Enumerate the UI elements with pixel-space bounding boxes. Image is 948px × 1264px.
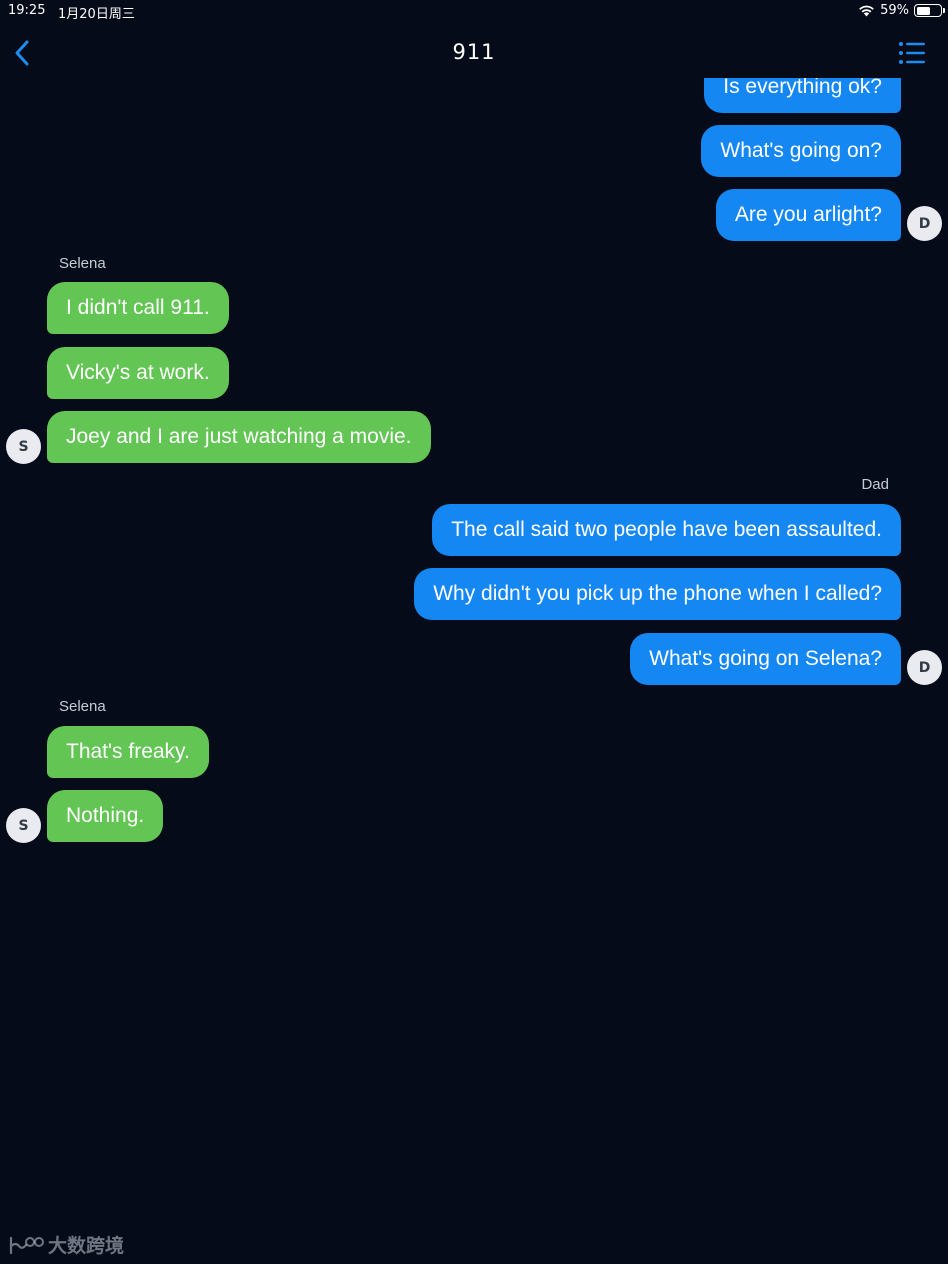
nav-bar: 911 (0, 30, 948, 74)
message-bubble-received[interactable]: That's freaky. (47, 726, 209, 778)
message-bubble-sent[interactable]: The call said two people have been assau… (432, 504, 901, 556)
watermark-text: 大数跨境 (48, 1235, 125, 1257)
message-bubble-received[interactable]: Joey and I are just watching a movie. (47, 411, 431, 463)
message-bubble-received[interactable]: Vicky's at work. (47, 347, 229, 399)
message-bubble-sent[interactable]: What's going on Selena? (630, 633, 901, 685)
sender-name: Selena (59, 255, 106, 272)
message-bubble-received[interactable]: Nothing. (47, 790, 164, 842)
status-indicators: 59% (858, 3, 945, 18)
avatar-dad[interactable]: D (907, 206, 942, 241)
message-bubble-sent[interactable]: Is everything ok? (704, 78, 901, 113)
menu-button[interactable] (898, 40, 926, 66)
battery-level (916, 6, 931, 15)
sender-name: Selena (59, 698, 106, 715)
status-date: 1月20日周三 (58, 7, 135, 22)
battery-percent: 59% (880, 3, 909, 18)
wifi-icon (858, 4, 875, 17)
status-bar: 19:25 1月20日周三 59% (0, 0, 948, 24)
list-icon (899, 42, 925, 64)
status-time: 19:25 (8, 3, 46, 18)
watermark: 大数跨境 (8, 1231, 124, 1258)
avatar-dad[interactable]: D (907, 650, 942, 685)
watermark-logo-icon (9, 1236, 44, 1254)
message-bubble-sent[interactable]: What's going on? (701, 125, 901, 177)
message-bubble-received[interactable]: I didn't call 911. (47, 282, 229, 334)
battery-icon (914, 4, 945, 17)
sender-name: Dad (861, 476, 889, 493)
avatar-selena[interactable]: S (6, 808, 41, 843)
chat-area[interactable]: Is everything ok? What's going on? Are y… (0, 78, 948, 1228)
conversation-title: 911 (452, 40, 496, 64)
message-bubble-sent[interactable]: Why didn't you pick up the phone when I … (414, 568, 901, 620)
avatar-selena[interactable]: S (6, 429, 41, 464)
message-bubble-sent[interactable]: Are you arlight? (715, 189, 901, 241)
